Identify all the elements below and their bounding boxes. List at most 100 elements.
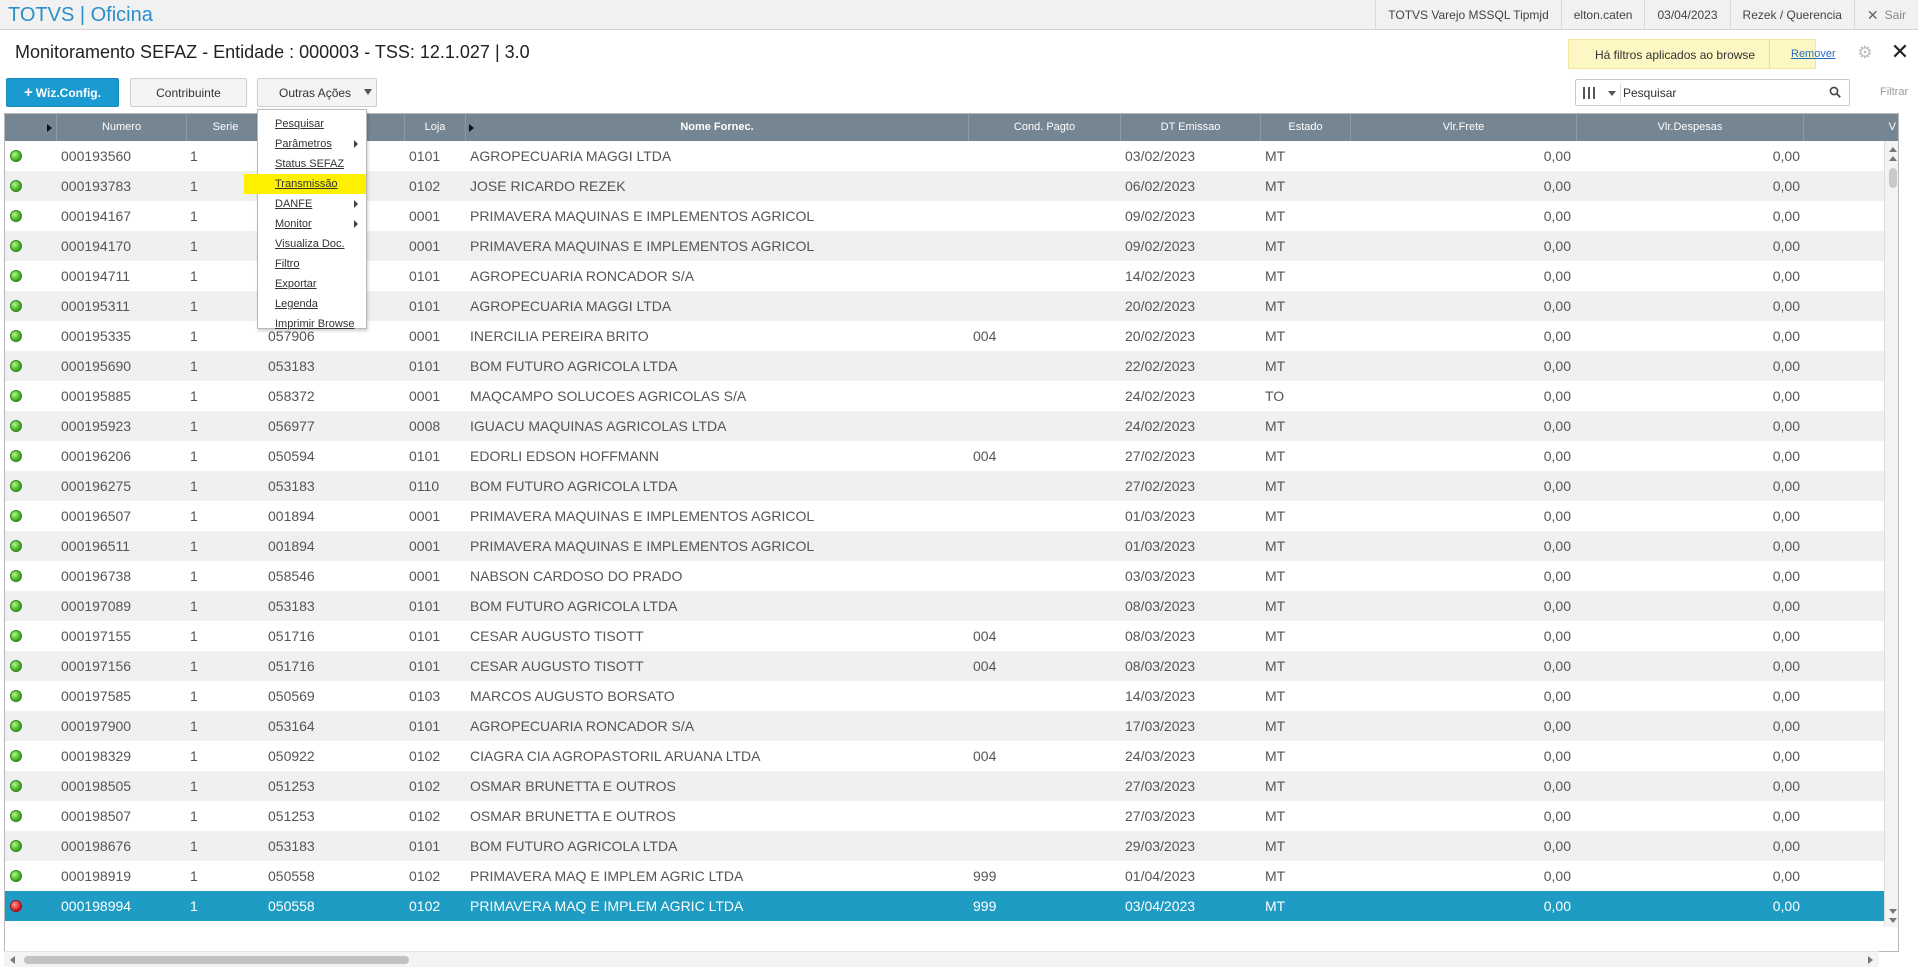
status-legend-icon[interactable] — [10, 360, 22, 372]
col-dt-emissao[interactable]: DT Emissao — [1121, 114, 1261, 141]
col-loja[interactable]: Loja — [405, 114, 466, 141]
col-numero[interactable]: Numero — [57, 114, 187, 141]
col-vlr-despesas[interactable]: Vlr.Despesas — [1577, 114, 1804, 141]
status-legend-icon[interactable] — [10, 330, 22, 342]
col-nome-fornec[interactable]: Nome Fornec. — [466, 114, 969, 141]
status-legend-icon[interactable] — [10, 750, 22, 762]
top-branch[interactable]: Rezek / Querencia — [1729, 0, 1854, 30]
outras-acoes-button[interactable]: Outras Ações — [257, 78, 377, 107]
top-date[interactable]: 03/04/2023 — [1644, 0, 1729, 30]
menu-item-monitor[interactable]: Monitor — [258, 214, 366, 234]
table-row[interactable]: 000197156 1 051716 0101 CESAR AUGUSTO TISOTT… — [5, 651, 1884, 681]
menu-item-parametros[interactable]: Parâmetros — [258, 134, 366, 154]
filtrar-link[interactable]: Filtrar — [1880, 86, 1908, 98]
status-legend-icon[interactable] — [10, 720, 22, 732]
contribuinte-button[interactable]: Contribuinte — [130, 78, 247, 107]
cell-serie: 1 — [190, 508, 198, 524]
table-row[interactable]: 000195690 1 053183 0101 BOM FUTURO AGRICOLA … — [5, 351, 1884, 381]
scroll-bottom-icon[interactable] — [1889, 918, 1897, 923]
menu-item-imprimir-browse[interactable]: Imprimir Browse — [258, 314, 366, 334]
cell-serie: 1 — [190, 658, 198, 674]
status-legend-icon[interactable] — [10, 510, 22, 522]
table-row[interactable]: 000196738 1 058546 0001 NABSON CARDOSO DO PR… — [5, 561, 1884, 591]
table-row[interactable]: 000195885 1 058372 0001 MAQCAMPO SOLUCOES AG… — [5, 381, 1884, 411]
menu-item-filtro[interactable]: Filtro — [258, 254, 366, 274]
status-legend-icon[interactable] — [10, 780, 22, 792]
cell-serie: 1 — [190, 328, 198, 344]
horizontal-scrollbar[interactable] — [4, 951, 1879, 967]
col-estado[interactable]: Estado — [1261, 114, 1351, 141]
table-row[interactable]: 000197155 1 051716 0101 CESAR AUGUSTO TISOTT… — [5, 621, 1884, 651]
hscroll-thumb[interactable] — [24, 956, 409, 964]
table-row[interactable]: 000196206 1 050594 0101 EDORLI EDSON HOFFMAN… — [5, 441, 1884, 471]
wiz-config-button[interactable]: + Wiz.Config. — [6, 78, 119, 107]
remove-filter-link[interactable]: Remover — [1791, 48, 1836, 60]
table-row[interactable]: 000196511 1 001894 0001 PRIMAVERA MAQUINAS E… — [5, 531, 1884, 561]
table-row[interactable]: 000196507 1 001894 0001 PRIMAVERA MAQUINAS E… — [5, 501, 1884, 531]
columns-icon[interactable] — [1583, 87, 1599, 99]
search-input[interactable] — [1623, 83, 1823, 102]
menu-item-pesquisar[interactable]: Pesquisar — [258, 114, 366, 134]
scroll-top-icon[interactable] — [1889, 147, 1897, 152]
menu-item-transmissao[interactable]: Transmissão — [244, 174, 366, 194]
table-row[interactable]: 000198505 1 051253 0102 OSMAR BRUNETTA E OUT… — [5, 771, 1884, 801]
search-icon[interactable] — [1829, 86, 1841, 98]
col-cond-pagto[interactable]: Cond. Pagto — [969, 114, 1121, 141]
status-legend-icon[interactable] — [10, 420, 22, 432]
status-legend-icon[interactable] — [10, 150, 22, 162]
status-legend-icon[interactable] — [10, 870, 22, 882]
status-legend-icon[interactable] — [10, 540, 22, 552]
col-status[interactable] — [5, 114, 57, 141]
top-env[interactable]: TOTVS Varejo MSSQL Tipmjd — [1375, 0, 1561, 30]
menu-item-status-sefaz[interactable]: Status SEFAZ — [258, 154, 366, 174]
status-legend-icon[interactable] — [10, 450, 22, 462]
status-legend-icon[interactable] — [10, 810, 22, 822]
gear-icon[interactable]: ⚙ — [1856, 44, 1874, 62]
status-legend-icon[interactable] — [10, 690, 22, 702]
chevron-down-icon[interactable] — [1608, 91, 1616, 96]
scroll-thumb[interactable] — [1889, 168, 1897, 188]
status-legend-icon[interactable] — [10, 600, 22, 612]
col-v[interactable]: V — [1804, 114, 1898, 141]
scroll-right-icon[interactable] — [1868, 956, 1873, 964]
status-legend-icon[interactable] — [10, 480, 22, 492]
status-legend-icon[interactable] — [10, 570, 22, 582]
table-row[interactable]: 000197900 1 053164 0101 AGROPECUARIA RONCADO… — [5, 711, 1884, 741]
status-legend-icon[interactable] — [10, 390, 22, 402]
status-legend-icon[interactable] — [10, 270, 22, 282]
table-row[interactable]: 000198994 1 050558 0102 PRIMAVERA MAQ E IMPL… — [5, 891, 1884, 921]
top-user[interactable]: elton.caten — [1560, 0, 1645, 30]
table-row[interactable]: 000196275 1 053183 0110 BOM FUTURO AGRICOLA … — [5, 471, 1884, 501]
status-legend-icon[interactable] — [10, 840, 22, 852]
table-row[interactable]: 000197089 1 053183 0101 BOM FUTURO AGRICOLA … — [5, 591, 1884, 621]
menu-item-exportar[interactable]: Exportar — [258, 274, 366, 294]
status-legend-icon[interactable] — [10, 180, 22, 192]
table-row[interactable]: 000198676 1 053183 0101 BOM FUTURO AGRICOLA … — [5, 831, 1884, 861]
menu-item-legenda[interactable]: Legenda — [258, 294, 366, 314]
table-row[interactable]: 000198329 1 050922 0102 CIAGRA CIA AGROPASTO… — [5, 741, 1884, 771]
status-legend-icon[interactable] — [10, 630, 22, 642]
exit-button[interactable]: ✕ Sair — [1853, 0, 1918, 30]
cell-nome: JOSE RICARDO REZEK — [470, 178, 626, 194]
col-serie[interactable]: Serie — [187, 114, 265, 141]
status-legend-icon[interactable] — [10, 300, 22, 312]
table-row[interactable]: 000198919 1 050558 0102 PRIMAVERA MAQ E IMPL… — [5, 861, 1884, 891]
status-legend-icon[interactable] — [10, 660, 22, 672]
status-legend-icon[interactable] — [10, 900, 22, 912]
cell-frete: 0,00 — [1543, 808, 1571, 824]
scroll-up-icon[interactable] — [1889, 156, 1897, 161]
menu-item-danfe[interactable]: DANFE — [258, 194, 366, 214]
status-legend-icon[interactable] — [10, 240, 22, 252]
table-row[interactable]: 000197585 1 050569 0103 MARCOS AUGUSTO BORSA… — [5, 681, 1884, 711]
close-icon[interactable]: ✕ — [1889, 41, 1911, 64]
scroll-down-icon[interactable] — [1889, 909, 1897, 914]
table-row[interactable]: 000198507 1 051253 0102 OSMAR BRUNETTA E OUT… — [5, 801, 1884, 831]
menu-item-visualiza-doc[interactable]: Visualiza Doc. — [258, 234, 366, 254]
table-row[interactable]: 000195923 1 056977 0008 IGUACU MAQUINAS AGRI… — [5, 411, 1884, 441]
col-vlr-frete[interactable]: Vlr.Frete — [1351, 114, 1577, 141]
cell-uf: TO — [1265, 388, 1285, 404]
vertical-scrollbar[interactable] — [1884, 141, 1898, 927]
status-legend-icon[interactable] — [10, 210, 22, 222]
cell-dt: 14/03/2023 — [1125, 688, 1196, 704]
scroll-left-icon[interactable] — [10, 956, 15, 964]
